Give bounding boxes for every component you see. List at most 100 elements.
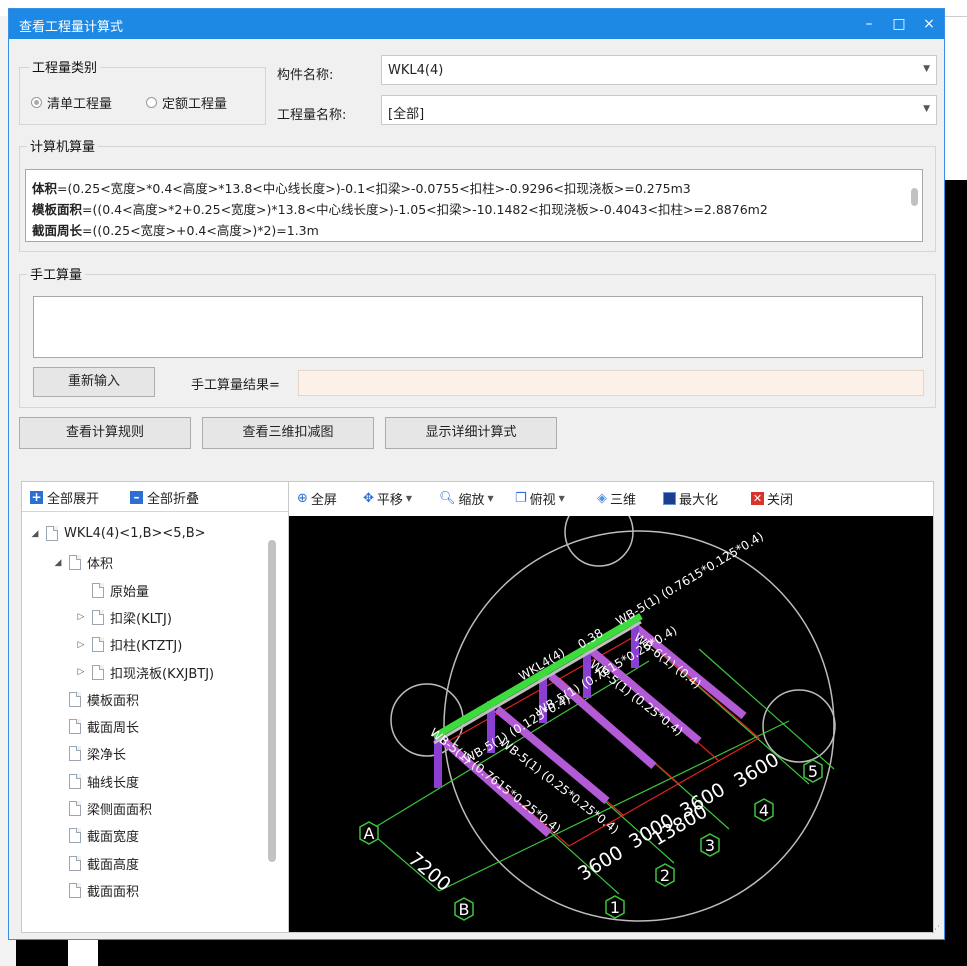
axis-bubble-2: 2 (655, 863, 675, 887)
tree-item[interactable]: 截面周长 (53, 717, 139, 736)
tree-item[interactable]: 梁侧面面积 (53, 799, 152, 818)
axis-bubble-5: 5 (803, 759, 823, 783)
tree-item[interactable]: 截面高度 (53, 854, 139, 873)
tree-item-label: 截面周长 (87, 721, 140, 737)
radio-dot-checked (31, 97, 42, 108)
close-button[interactable]: × (914, 9, 944, 39)
3d-canvas[interactable]: WKL4(4) 0.38 WB-5(1) (0.7615*0.125*0.4) … (289, 497, 933, 932)
background-strip (68, 940, 98, 966)
document-icon (92, 664, 104, 680)
dialog-titlebar[interactable]: 查看工程量计算式 – □ × (9, 9, 944, 39)
resize-grip-icon[interactable]: ⋰ (931, 925, 940, 935)
tree-item[interactable]: 梁净长 (53, 744, 126, 763)
tree-item[interactable]: ◢ 体积 (53, 553, 113, 572)
close-view-button[interactable]: ✕ 关闭 (751, 489, 793, 508)
tree-item-label: 扣梁(KLTJ) (110, 611, 172, 627)
tree-toolbar: + 全部展开 – 全部折叠 (22, 482, 288, 512)
tree-item-label: 模板面积 (87, 693, 140, 709)
computer-formula-box[interactable]: 体积=(0.25<宽度>*0.4<高度>*13.8<中心线长度>)-0.1<扣梁… (25, 169, 923, 242)
fullscreen-button[interactable]: ⊕ 全屏 (297, 489, 337, 508)
chevron-down-icon: ▼ (487, 494, 494, 503)
maximize-view-button[interactable]: 最大化 (663, 489, 718, 508)
tree-item-label: 轴线长度 (87, 775, 140, 791)
view-3d-deduction-button[interactable]: 查看三维扣减图 (202, 417, 374, 449)
quantity-name-label: 工程量名称: (277, 108, 347, 123)
fullscreen-label: 全屏 (310, 493, 337, 508)
axis-bubble-4: 4 (754, 798, 774, 822)
quantity-formula-dialog: 查看工程量计算式 – □ × 工程量类别 清单工程量 定额工程量 构件名称: W… (8, 8, 945, 940)
tree-item[interactable]: 截面面积 (53, 881, 139, 900)
tree-item[interactable]: 轴线长度 (53, 772, 139, 791)
tree-item-label: 截面面积 (87, 884, 140, 900)
quantity-name-value: [全部] (388, 107, 425, 122)
pan-button[interactable]: ✥ 平移 ▼ (363, 489, 412, 508)
document-icon (92, 637, 104, 653)
3d-view-label: 三维 (610, 493, 637, 508)
tree-item-label: 截面高度 (87, 857, 140, 873)
dimension-label: 7200 (404, 848, 455, 896)
dimension-label: 3600 (730, 749, 783, 793)
document-icon (92, 609, 104, 625)
quantity-name-select[interactable]: [全部] ▼ (381, 95, 937, 125)
manual-input-box[interactable] (33, 296, 923, 358)
radio-dot (146, 97, 157, 108)
tree-item[interactable]: 模板面积 (53, 690, 139, 709)
formula-volume: 体积=(0.25<宽度>*0.4<高度>*13.8<中心线长度>)-0.1<扣梁… (32, 181, 691, 196)
tree-item[interactable]: ▷ 扣梁(KLTJ) (76, 608, 172, 627)
chevron-down-icon: ▼ (405, 494, 413, 503)
manual-result-label: 手工算量结果= (191, 378, 280, 393)
tree-item[interactable]: ▷ 扣柱(KTZTJ) (76, 635, 182, 654)
component-name-select[interactable]: WKL4(4) ▼ (381, 55, 937, 85)
3d-viewer-panel: ⊕ 全屏 ✥ 平移 ▼ 🔍︎ 缩放 ▼ ❐ 俯视 ▼ ◈ 三维 最大化 ✕ 关闭 (288, 481, 934, 933)
radio-quota-quantity[interactable]: 定额工程量 (146, 93, 227, 112)
svg-text:4: 4 (759, 801, 769, 820)
maximize-icon (663, 492, 676, 505)
tree-item[interactable]: 截面宽度 (53, 826, 139, 845)
3d-view-button[interactable]: ◈ 三维 (597, 489, 636, 508)
view-rules-button[interactable]: 查看计算规则 (19, 417, 191, 449)
tree-item-label: 扣柱(KTZTJ) (110, 639, 183, 655)
expand-all-button[interactable]: + 全部展开 (30, 488, 99, 507)
background-app-right (945, 180, 967, 966)
collapsed-toggle-icon[interactable]: ▷ (76, 667, 86, 677)
quantity-tree-panel: + 全部展开 – 全部折叠 ◢ WKL4(4)<1,B><5,B> ◢ 体积 原始量 ▷ 扣… (21, 481, 289, 933)
axis-bubble-1: 1 (605, 895, 625, 919)
document-icon (69, 855, 81, 871)
chevron-down-icon: ▼ (923, 104, 930, 114)
tree-item[interactable]: ▷ 扣现浇板(KXJBTJ) (76, 663, 214, 682)
tree-item[interactable]: ◢ WKL4(4)<1,B><5,B> (30, 526, 206, 541)
expanded-toggle-icon[interactable]: ◢ (30, 529, 40, 539)
pan-icon: ✥ (363, 491, 374, 506)
view-boundary-circle (443, 530, 835, 922)
document-icon (69, 882, 81, 898)
collapsed-toggle-icon[interactable]: ▷ (76, 612, 86, 622)
top-view-button[interactable]: ❐ 俯视 ▼ (515, 489, 565, 508)
axis-bubble-B: A (359, 821, 379, 845)
beam-label: WB-5(1) (0.7615*0.125*0.4) (613, 529, 766, 628)
show-detail-formula-button[interactable]: 显示详细计算式 (385, 417, 557, 449)
svg-text:1: 1 (610, 898, 620, 917)
maximize-button[interactable]: □ (884, 9, 914, 39)
radio-quota-label: 定额工程量 (162, 97, 228, 112)
document-icon (69, 719, 81, 735)
reinput-button[interactable]: 重新输入 (33, 367, 155, 397)
document-icon (69, 746, 81, 762)
pan-label: 平移 (376, 493, 403, 508)
document-icon (46, 526, 58, 541)
collapse-all-button[interactable]: – 全部折叠 (130, 488, 199, 507)
minimize-button[interactable]: – (854, 9, 884, 39)
zoom-button[interactable]: 🔍︎ 缩放 ▼ (439, 489, 494, 508)
document-icon (69, 691, 81, 707)
radio-bill-quantity[interactable]: 清单工程量 (31, 93, 112, 112)
formula-scrollbar-thumb[interactable] (911, 188, 918, 206)
collapsed-toggle-icon[interactable]: ▷ (76, 640, 86, 650)
tree-item-label: 梁净长 (87, 748, 127, 764)
tree-item[interactable]: 原始量 (76, 581, 149, 600)
dialog-title: 查看工程量计算式 (19, 20, 124, 35)
manual-result-field[interactable] (298, 370, 924, 396)
expanded-toggle-icon[interactable]: ◢ (53, 558, 63, 568)
document-icon (92, 582, 104, 598)
tree-scrollbar-thumb[interactable] (268, 540, 276, 862)
tree-item-label: 梁侧面面积 (87, 803, 153, 818)
manual-quantity-title: 手工算量 (27, 264, 86, 283)
